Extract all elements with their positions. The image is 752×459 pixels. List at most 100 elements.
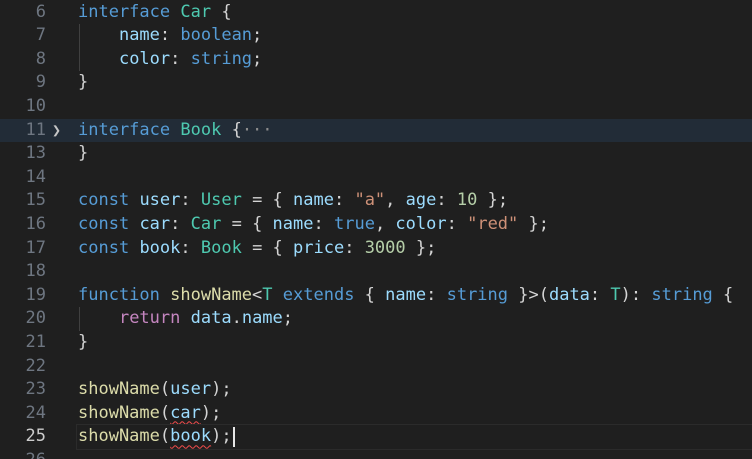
punctuation-token: = { bbox=[241, 190, 294, 211]
code-content-area[interactable] bbox=[77, 449, 752, 459]
line-number: 19 bbox=[25, 284, 46, 305]
punctuation-token: , bbox=[385, 190, 406, 211]
punctuation-token: ; bbox=[252, 48, 263, 69]
punctuation-token: : bbox=[436, 190, 457, 211]
code-line-7[interactable]: 7 name: boolean; bbox=[0, 24, 752, 48]
code-content-area[interactable] bbox=[77, 355, 752, 379]
keyword-token: function bbox=[78, 284, 160, 305]
code-line-8[interactable]: 8 color: string; bbox=[0, 48, 752, 72]
code-content-area[interactable]: interface Book {··· bbox=[77, 119, 752, 143]
code-line-13[interactable]: 13} bbox=[0, 142, 752, 166]
punctuation-token: , bbox=[374, 213, 396, 234]
identifier-token: price bbox=[293, 237, 345, 258]
code-line-25[interactable]: 25 showName(book); bbox=[0, 424, 752, 450]
code-line-26[interactable]: 26 bbox=[0, 449, 752, 459]
code-line-15[interactable]: 15 const user: User = { name: "a", age: 1… bbox=[0, 189, 752, 213]
code-line-14[interactable]: 14 bbox=[0, 166, 752, 190]
code-content-area[interactable]: return data.name; bbox=[77, 307, 752, 331]
code-content-area[interactable]: interface Car { bbox=[77, 1, 752, 25]
code-text: name: boolean; bbox=[78, 24, 262, 48]
punctuation-token bbox=[160, 285, 170, 305]
code-content-area[interactable]: function showName<T extends { name: stri… bbox=[77, 284, 752, 308]
code-content-area[interactable]: } bbox=[77, 331, 752, 355]
code-content-area[interactable]: showName(book); bbox=[76, 424, 752, 450]
code-line-16[interactable]: 16 const car: Car = { name: true, color: … bbox=[0, 213, 752, 237]
type-token: User bbox=[200, 190, 242, 211]
fold-chevron-icon[interactable]: ❯ bbox=[52, 119, 72, 143]
code-content-area[interactable]: color: string; bbox=[77, 48, 752, 72]
code-text: const book: Book = { price: 3000 }; bbox=[78, 237, 436, 261]
line-number: 14 bbox=[25, 166, 46, 187]
punctuation-token: ); bbox=[211, 379, 232, 400]
code-content-area[interactable]: const car: Car = { name: true, color: "r… bbox=[77, 213, 752, 237]
punctuation-token: ( bbox=[159, 379, 171, 400]
code-line-21[interactable]: 21} bbox=[0, 331, 752, 355]
code-content-area[interactable] bbox=[77, 95, 752, 119]
punctuation-token: : bbox=[313, 213, 334, 234]
line-number: 7 bbox=[35, 25, 46, 46]
code-editor[interactable]: 6 interface Car {7 name: boolean; 8 color:… bbox=[0, 0, 752, 459]
punctuation-token bbox=[170, 120, 180, 140]
number-token: 10 bbox=[456, 190, 478, 211]
punctuation-token: < bbox=[252, 284, 263, 305]
line-number: 21 bbox=[25, 331, 46, 352]
code-text: function showName<T extends { name: stri… bbox=[78, 284, 733, 308]
punctuation-token: = { bbox=[241, 237, 294, 258]
code-line-18[interactable]: 18 bbox=[0, 260, 752, 284]
punctuation-token: ); bbox=[200, 402, 222, 423]
code-line-22[interactable]: 22 bbox=[0, 355, 752, 379]
punctuation-token bbox=[78, 308, 119, 328]
code-line-17[interactable]: 17 const book: Book = { price: 3000 }; bbox=[0, 237, 752, 261]
code-content-area[interactable] bbox=[77, 166, 752, 190]
code-line-9[interactable]: 9} bbox=[0, 71, 752, 95]
code-line-19[interactable]: 19 function showName<T extends { name: st… bbox=[0, 284, 752, 308]
type-token: T bbox=[610, 284, 621, 305]
code-content-area[interactable]: const user: User = { name: "a", age: 10 … bbox=[77, 189, 752, 213]
keyword-token: string bbox=[651, 284, 713, 305]
code-line-20[interactable]: 20 return data.name; bbox=[0, 307, 752, 331]
control-keyword-token: return bbox=[118, 308, 181, 329]
line-number: 20 bbox=[25, 308, 46, 329]
code-content-area[interactable]: const book: Book = { price: 3000 }; bbox=[77, 237, 752, 261]
code-line-11[interactable]: 11 ❯ interface Book {··· bbox=[0, 118, 752, 143]
code-text: } bbox=[78, 71, 88, 95]
keyword-token: const bbox=[78, 237, 130, 258]
code-content-area[interactable]: } bbox=[77, 142, 752, 166]
code-line-23[interactable]: 23 showName(user); bbox=[0, 378, 752, 402]
code-content-area[interactable] bbox=[77, 260, 752, 284]
keyword-token: extends bbox=[282, 284, 355, 305]
code-content-area[interactable]: name: boolean; bbox=[77, 24, 752, 48]
line-number: 13 bbox=[25, 143, 46, 164]
code-content-area[interactable]: showName(car); bbox=[77, 402, 752, 426]
string-token: "a" bbox=[354, 190, 386, 211]
code-line-24[interactable]: 24 showName(car); bbox=[0, 402, 752, 426]
line-number: 15 bbox=[25, 190, 46, 211]
punctuation-token: }; bbox=[518, 213, 549, 234]
keyword-token: interface bbox=[78, 119, 171, 140]
punctuation-token: }>( bbox=[508, 284, 549, 305]
code-content-area[interactable]: } bbox=[77, 71, 752, 95]
punctuation-token: }; bbox=[405, 237, 437, 258]
keyword-token: const bbox=[78, 190, 130, 211]
punctuation-token: : bbox=[159, 25, 181, 46]
number-token: 3000 bbox=[364, 237, 406, 258]
punctuation-token: = { bbox=[221, 213, 273, 234]
identifier-token: user bbox=[139, 190, 181, 211]
line-number: 22 bbox=[25, 355, 46, 376]
code-line-6[interactable]: 6 interface Car { bbox=[0, 1, 752, 25]
identifier-token: name bbox=[241, 308, 283, 329]
punctuation-token bbox=[180, 308, 190, 328]
text-cursor bbox=[233, 427, 235, 448]
identifier-token: color bbox=[395, 213, 447, 234]
code-content-area[interactable]: showName(user); bbox=[77, 378, 752, 402]
punctuation-token: : bbox=[426, 284, 447, 305]
code-text: showName(car); bbox=[78, 402, 221, 426]
line-number: 11 bbox=[25, 119, 46, 140]
code-line-10[interactable]: 10 bbox=[0, 95, 752, 119]
folded-ellipsis[interactable]: ··· bbox=[242, 120, 273, 140]
indent-guide bbox=[79, 24, 80, 72]
line-number: 17 bbox=[25, 237, 46, 258]
line-number: 18 bbox=[25, 261, 46, 282]
punctuation-token bbox=[78, 49, 119, 69]
keyword-token: boolean bbox=[180, 25, 253, 46]
